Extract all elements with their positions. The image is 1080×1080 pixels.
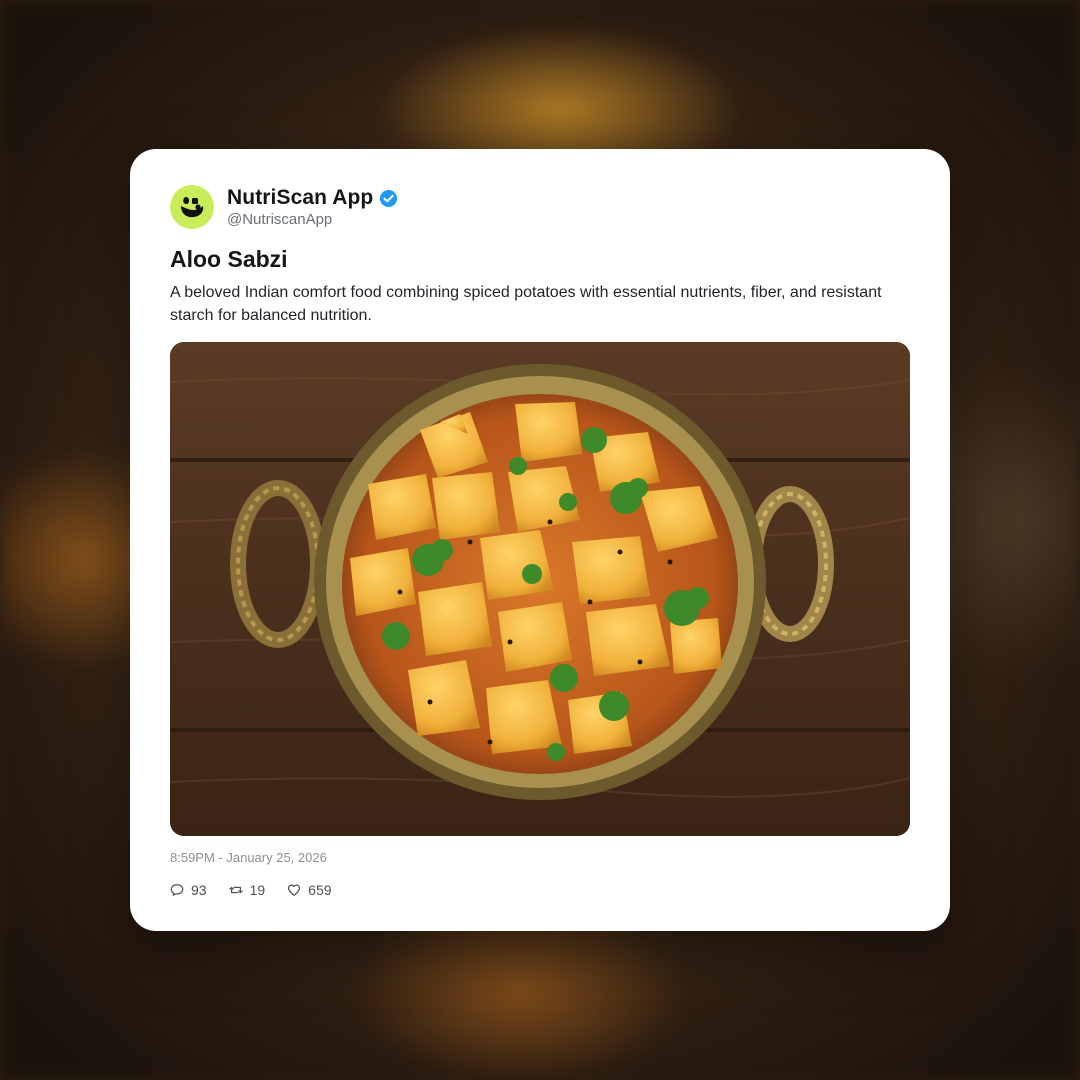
engagement-stats: 93 19 659 xyxy=(170,880,332,900)
post-description: A beloved Indian comfort food combining … xyxy=(170,284,882,324)
reply-count: 93 xyxy=(191,882,207,898)
post-title: Aloo Sabzi xyxy=(170,246,288,272)
aloo-sabzi-photo xyxy=(170,342,910,836)
post-card: NutriScan App @NutriscanApp Aloo Sabzi A… xyxy=(130,149,950,931)
heart-icon xyxy=(288,884,301,896)
food-photo[interactable] xyxy=(170,342,910,836)
avatar[interactable] xyxy=(170,185,214,229)
retweet-icon xyxy=(228,886,243,894)
reply-button[interactable]: 93 xyxy=(170,882,207,898)
verified-badge-icon xyxy=(380,189,398,207)
account-name-row: NutriScan App xyxy=(227,185,398,211)
account-name[interactable]: NutriScan App xyxy=(227,186,373,210)
like-button[interactable]: 659 xyxy=(287,882,332,898)
reply-icon xyxy=(170,884,184,896)
like-count: 659 xyxy=(308,882,332,898)
account-handle[interactable]: @NutriscanApp xyxy=(227,211,332,228)
leaf-logo-icon xyxy=(181,197,204,218)
retweet-count: 19 xyxy=(249,882,266,898)
post-timestamp: 8:59PM - January 25, 2026 xyxy=(170,850,327,865)
retweet-button[interactable]: 19 xyxy=(228,882,266,898)
